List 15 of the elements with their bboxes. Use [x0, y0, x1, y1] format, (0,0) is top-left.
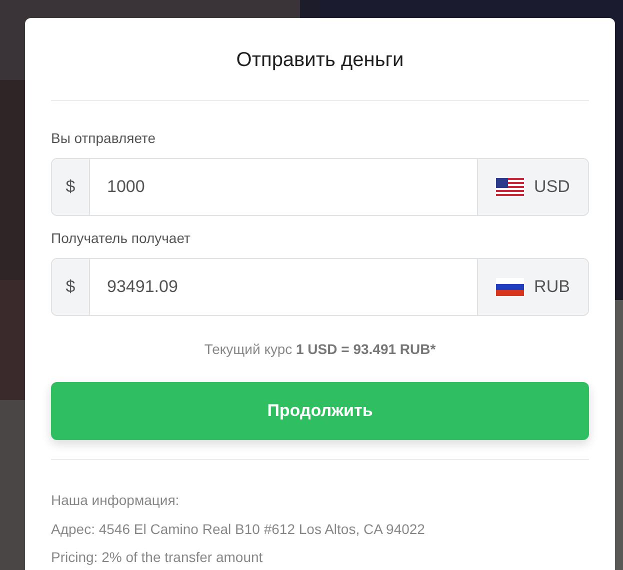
russia-flag-icon	[496, 278, 524, 296]
field-label: Получатель получает	[51, 229, 192, 248]
us-flag-icon	[496, 178, 524, 196]
field-label: Вы отправляете	[51, 129, 157, 148]
info-line: Наша информация:	[51, 491, 180, 510]
dialog-title: Отправить деньги	[51, 18, 589, 101]
currency-selector[interactable]: USD	[477, 159, 588, 215]
currency-selector[interactable]: RUB	[477, 259, 588, 315]
info-line: Адрес: 4546 El Camino Real B10 #612 Los Altos, CA 94022	[51, 520, 426, 539]
amount-field[interactable]: $ 93491.09 RUB	[51, 258, 589, 316]
exchange-rate: Текущий курс 1 USD = 93.491 RUB*	[203, 340, 437, 359]
currency-symbol: $	[66, 276, 76, 298]
info-line: Pricing: 2% of the transfer amount	[51, 548, 264, 567]
amount-field[interactable]: $ 1000 USD	[51, 158, 589, 216]
currency-symbol: $	[66, 176, 76, 198]
